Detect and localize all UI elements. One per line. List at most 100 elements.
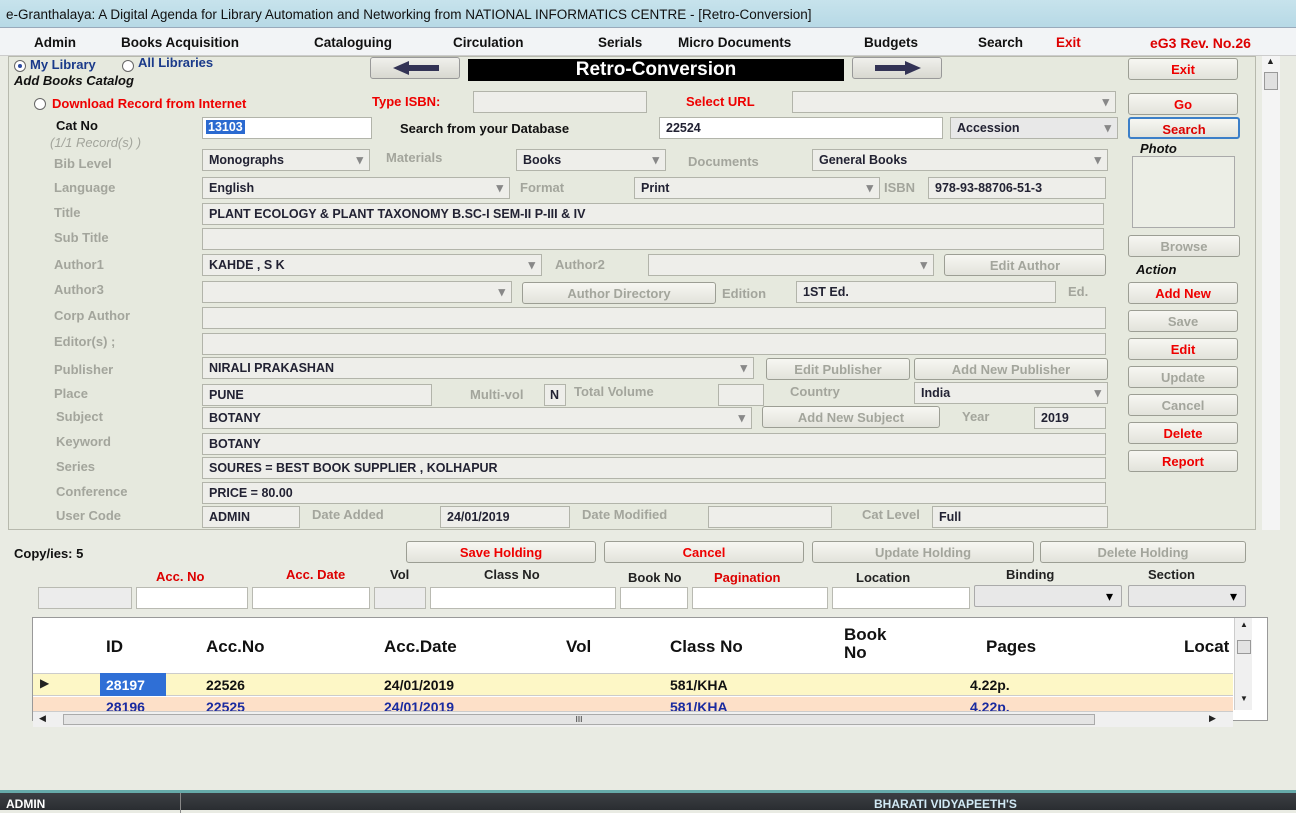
next-record-button[interactable] bbox=[852, 57, 942, 79]
total-volume-input[interactable] bbox=[718, 384, 764, 406]
author3-select[interactable] bbox=[202, 281, 512, 303]
cell-book-no[interactable] bbox=[840, 697, 852, 711]
date-added-input[interactable]: 24/01/2019 bbox=[440, 506, 570, 528]
add-new-subject-button[interactable]: Add New Subject bbox=[762, 406, 940, 428]
add-new-button[interactable]: Add New bbox=[1128, 282, 1238, 304]
language-select[interactable]: English bbox=[202, 177, 510, 199]
cell-acc-no[interactable]: 22525 bbox=[200, 697, 251, 711]
cell-book-no[interactable] bbox=[840, 673, 852, 698]
scroll-right-icon[interactable]: ▶ bbox=[1209, 713, 1216, 724]
save-holding-button[interactable]: Save Holding bbox=[406, 541, 596, 563]
form-scrollbar[interactable]: ▲ bbox=[1262, 56, 1280, 530]
menu-micro-documents[interactable]: Micro Documents bbox=[678, 35, 791, 50]
country-select[interactable]: India bbox=[914, 382, 1108, 404]
menu-search[interactable]: Search bbox=[978, 35, 1023, 50]
update-button[interactable]: Update bbox=[1128, 366, 1238, 388]
sub-title-input[interactable] bbox=[202, 228, 1104, 250]
cell-class-no[interactable]: 581/KHA bbox=[664, 673, 734, 698]
menu-budgets[interactable]: Budgets bbox=[864, 35, 918, 50]
author2-select[interactable] bbox=[648, 254, 934, 276]
menu-serials[interactable]: Serials bbox=[598, 35, 642, 50]
editors-input[interactable] bbox=[202, 333, 1106, 355]
corp-author-input[interactable] bbox=[202, 307, 1106, 329]
class-no-input[interactable] bbox=[430, 587, 616, 609]
materials-select[interactable]: Books bbox=[516, 149, 666, 171]
previous-record-button[interactable] bbox=[370, 57, 460, 79]
menu-cataloguing[interactable]: Cataloguing bbox=[314, 35, 392, 50]
cell-vol[interactable] bbox=[560, 697, 572, 711]
edit-author-button[interactable]: Edit Author bbox=[944, 254, 1106, 276]
bib-level-select[interactable]: Monographs bbox=[202, 149, 370, 171]
cat-level-input[interactable]: Full bbox=[932, 506, 1108, 528]
cell-vol[interactable] bbox=[560, 673, 572, 698]
url-select[interactable] bbox=[792, 91, 1116, 113]
radio-all-libraries[interactable] bbox=[122, 60, 134, 72]
cell-pages[interactable]: 4.22p. bbox=[964, 697, 1016, 711]
grid-hscroll-thumb[interactable]: III bbox=[63, 714, 1095, 725]
year-input[interactable]: 2019 bbox=[1034, 407, 1106, 429]
menu-circulation[interactable]: Circulation bbox=[453, 35, 524, 50]
edition-input[interactable]: 1ST Ed. bbox=[796, 281, 1056, 303]
menu-books-acquisition[interactable]: Books Acquisition bbox=[121, 35, 239, 50]
delete-holding-button[interactable]: Delete Holding bbox=[1040, 541, 1246, 563]
menu-admin[interactable]: Admin bbox=[34, 35, 76, 50]
update-holding-button[interactable]: Update Holding bbox=[812, 541, 1034, 563]
conference-input[interactable]: PRICE = 80.00 bbox=[202, 482, 1106, 504]
grid-horizontal-scrollbar[interactable]: ◀ III ▶ bbox=[33, 711, 1233, 727]
author-directory-button[interactable]: Author Directory bbox=[522, 282, 716, 304]
cell-id[interactable]: 28197 bbox=[100, 673, 166, 696]
isbn-download-input[interactable] bbox=[473, 91, 647, 113]
edit-publisher-button[interactable]: Edit Publisher bbox=[766, 358, 910, 380]
cat-no-input[interactable]: 13103 bbox=[202, 117, 372, 139]
pagination-input[interactable] bbox=[692, 587, 828, 609]
cell-id[interactable]: 28196 bbox=[100, 697, 151, 711]
scroll-up-icon[interactable]: ▲ bbox=[1240, 620, 1248, 629]
scroll-thumb[interactable] bbox=[1264, 72, 1278, 90]
menu-exit[interactable]: Exit bbox=[1056, 35, 1081, 50]
search-button[interactable]: Search bbox=[1128, 117, 1240, 139]
documents-select[interactable]: General Books bbox=[812, 149, 1108, 171]
book-no-input[interactable] bbox=[620, 587, 688, 609]
search-type-select[interactable]: Accession bbox=[950, 117, 1118, 139]
vol-input[interactable] bbox=[374, 587, 426, 609]
cell-acc-date[interactable]: 24/01/2019 bbox=[378, 673, 460, 698]
section-select[interactable] bbox=[1128, 585, 1246, 607]
scroll-up-icon[interactable]: ▲ bbox=[1266, 56, 1275, 66]
user-code-input[interactable]: ADMIN bbox=[202, 506, 300, 528]
acc-no-input[interactable] bbox=[136, 587, 248, 609]
holding-id-input[interactable] bbox=[38, 587, 132, 609]
scroll-down-icon[interactable]: ▼ bbox=[1240, 694, 1248, 703]
go-button[interactable]: Go bbox=[1128, 93, 1238, 115]
subject-select[interactable]: BOTANY bbox=[202, 407, 752, 429]
grid-vertical-scrollbar[interactable]: ▲ ▼ bbox=[1234, 618, 1252, 710]
publisher-select[interactable]: NIRALI PRAKASHAN bbox=[202, 357, 754, 379]
isbn-input[interactable]: 978-93-88706-51-3 bbox=[928, 177, 1106, 199]
cell-acc-no[interactable]: 22526 bbox=[200, 673, 251, 698]
series-input[interactable]: SOURES = BEST BOOK SUPPLIER , KOLHAPUR bbox=[202, 457, 1106, 479]
keyword-input[interactable]: BOTANY bbox=[202, 433, 1106, 455]
format-select[interactable]: Print bbox=[634, 177, 880, 199]
date-modified-input[interactable] bbox=[708, 506, 832, 528]
exit-button[interactable]: Exit bbox=[1128, 58, 1238, 80]
radio-my-library[interactable] bbox=[14, 60, 26, 72]
cell-class-no[interactable]: 581/KHA bbox=[664, 697, 734, 711]
grid-scroll-thumb[interactable] bbox=[1237, 640, 1251, 654]
cell-pages[interactable]: 4.22p. bbox=[964, 673, 1016, 698]
cancel-button[interactable]: Cancel bbox=[1128, 394, 1238, 416]
search-database-input[interactable]: 22524 bbox=[659, 117, 943, 139]
browse-button[interactable]: Browse bbox=[1128, 235, 1240, 257]
author1-select[interactable]: KAHDE , S K bbox=[202, 254, 542, 276]
report-button[interactable]: Report bbox=[1128, 450, 1238, 472]
delete-button[interactable]: Delete bbox=[1128, 422, 1238, 444]
add-new-publisher-button[interactable]: Add New Publisher bbox=[914, 358, 1108, 380]
radio-download-record[interactable] bbox=[34, 98, 46, 110]
place-input[interactable]: PUNE bbox=[202, 384, 432, 406]
cancel-holding-button[interactable]: Cancel bbox=[604, 541, 804, 563]
binding-select[interactable] bbox=[974, 585, 1122, 607]
save-button[interactable]: Save bbox=[1128, 310, 1238, 332]
title-input[interactable]: PLANT ECOLOGY & PLANT TAXONOMY B.SC-I SE… bbox=[202, 203, 1104, 225]
cell-acc-date[interactable]: 24/01/2019 bbox=[378, 697, 460, 711]
edit-button[interactable]: Edit bbox=[1128, 338, 1238, 360]
acc-date-input[interactable] bbox=[252, 587, 370, 609]
multi-vol-input[interactable]: N bbox=[544, 384, 566, 406]
